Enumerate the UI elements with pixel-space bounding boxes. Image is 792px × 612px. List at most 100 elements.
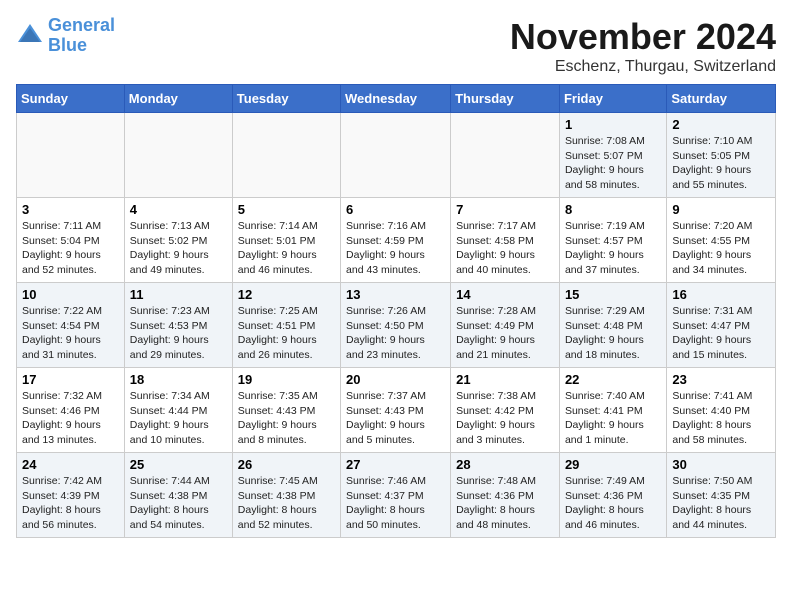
day-number: 1 xyxy=(565,117,661,132)
calendar-cell: 16 Sunrise: 7:31 AM Sunset: 4:47 PM Dayli… xyxy=(667,283,776,368)
day-info: Sunrise: 7:40 AM Sunset: 4:41 PM Dayligh… xyxy=(565,389,661,448)
day-number: 29 xyxy=(565,457,661,472)
calendar-header-row: SundayMondayTuesdayWednesdayThursdayFrid… xyxy=(17,85,776,113)
calendar-week-2: 3Sunrise: 7:11 AM Sunset: 5:04 PM Daylig… xyxy=(17,198,776,283)
day-info: Sunrise: 7:13 AM Sunset: 5:02 PM Dayligh… xyxy=(130,219,227,278)
day-number: 3 xyxy=(22,202,119,217)
calendar-cell xyxy=(124,113,232,198)
day-number: 18 xyxy=(130,372,227,387)
calendar-cell: 18 Sunrise: 7:34 AM Sunset: 4:44 PM Dayli… xyxy=(124,368,232,453)
day-number: 6 xyxy=(346,202,445,217)
calendar-cell xyxy=(451,113,560,198)
calendar-cell: 24 Sunrise: 7:42 AM Sunset: 4:39 PM Dayli… xyxy=(17,453,125,538)
day-number: 23 xyxy=(672,372,770,387)
header-day-thursday: Thursday xyxy=(451,85,560,113)
day-info: Sunrise: 7:26 AM Sunset: 4:50 PM Dayligh… xyxy=(346,304,445,363)
calendar-cell: 6Sunrise: 7:16 AM Sunset: 4:59 PM Daylig… xyxy=(341,198,451,283)
day-info: Sunrise: 7:22 AM Sunset: 4:54 PM Dayligh… xyxy=(22,304,119,363)
calendar-cell xyxy=(232,113,340,198)
calendar-table: SundayMondayTuesdayWednesdayThursdayFrid… xyxy=(16,84,776,538)
header-day-monday: Monday xyxy=(124,85,232,113)
day-number: 20 xyxy=(346,372,445,387)
calendar-cell: 23 Sunrise: 7:41 AM Sunset: 4:40 PM Dayli… xyxy=(667,368,776,453)
location: Eschenz, Thurgau, Switzerland xyxy=(510,58,776,76)
calendar-cell: 25 Sunrise: 7:44 AM Sunset: 4:38 PM Dayli… xyxy=(124,453,232,538)
calendar-cell: 5 Sunrise: 7:14 AM Sunset: 5:01 PM Daylig… xyxy=(232,198,340,283)
calendar-cell: 13 Sunrise: 7:26 AM Sunset: 4:50 PM Dayli… xyxy=(341,283,451,368)
calendar-week-5: 24 Sunrise: 7:42 AM Sunset: 4:39 PM Dayli… xyxy=(17,453,776,538)
logo-line1: General xyxy=(48,15,115,35)
header-day-tuesday: Tuesday xyxy=(232,85,340,113)
day-info: Sunrise: 7:10 AM Sunset: 5:05 PM Dayligh… xyxy=(672,134,770,193)
day-number: 5 xyxy=(238,202,335,217)
day-info: Sunrise: 7:44 AM Sunset: 4:38 PM Dayligh… xyxy=(130,474,227,533)
day-number: 15 xyxy=(565,287,661,302)
calendar-cell: 29 Sunrise: 7:49 AM Sunset: 4:36 PM Dayli… xyxy=(559,453,666,538)
day-number: 27 xyxy=(346,457,445,472)
calendar-cell: 21 Sunrise: 7:38 AM Sunset: 4:42 PM Dayli… xyxy=(451,368,560,453)
day-number: 22 xyxy=(565,372,661,387)
calendar-cell: 9Sunrise: 7:20 AM Sunset: 4:55 PM Daylig… xyxy=(667,198,776,283)
calendar-cell: 27 Sunrise: 7:46 AM Sunset: 4:37 PM Dayli… xyxy=(341,453,451,538)
day-number: 25 xyxy=(130,457,227,472)
calendar-cell: 15 Sunrise: 7:29 AM Sunset: 4:48 PM Dayli… xyxy=(559,283,666,368)
day-info: Sunrise: 7:29 AM Sunset: 4:48 PM Dayligh… xyxy=(565,304,661,363)
day-number: 28 xyxy=(456,457,554,472)
calendar-cell: 14 Sunrise: 7:28 AM Sunset: 4:49 PM Dayli… xyxy=(451,283,560,368)
calendar-cell: 26 Sunrise: 7:45 AM Sunset: 4:38 PM Dayli… xyxy=(232,453,340,538)
day-info: Sunrise: 7:46 AM Sunset: 4:37 PM Dayligh… xyxy=(346,474,445,533)
calendar-cell: 10 Sunrise: 7:22 AM Sunset: 4:54 PM Dayli… xyxy=(17,283,125,368)
day-number: 8 xyxy=(565,202,661,217)
day-info: Sunrise: 7:35 AM Sunset: 4:43 PM Dayligh… xyxy=(238,389,335,448)
calendar-cell: 20 Sunrise: 7:37 AM Sunset: 4:43 PM Dayli… xyxy=(341,368,451,453)
day-info: Sunrise: 7:45 AM Sunset: 4:38 PM Dayligh… xyxy=(238,474,335,533)
day-info: Sunrise: 7:23 AM Sunset: 4:53 PM Dayligh… xyxy=(130,304,227,363)
day-number: 16 xyxy=(672,287,770,302)
day-number: 21 xyxy=(456,372,554,387)
day-info: Sunrise: 7:42 AM Sunset: 4:39 PM Dayligh… xyxy=(22,474,119,533)
day-info: Sunrise: 7:31 AM Sunset: 4:47 PM Dayligh… xyxy=(672,304,770,363)
day-number: 30 xyxy=(672,457,770,472)
day-info: Sunrise: 7:19 AM Sunset: 4:57 PM Dayligh… xyxy=(565,219,661,278)
day-info: Sunrise: 7:41 AM Sunset: 4:40 PM Dayligh… xyxy=(672,389,770,448)
day-number: 13 xyxy=(346,287,445,302)
day-info: Sunrise: 7:34 AM Sunset: 4:44 PM Dayligh… xyxy=(130,389,227,448)
month-title: November 2024 xyxy=(510,16,776,58)
day-number: 4 xyxy=(130,202,227,217)
day-info: Sunrise: 7:32 AM Sunset: 4:46 PM Dayligh… xyxy=(22,389,119,448)
day-info: Sunrise: 7:25 AM Sunset: 4:51 PM Dayligh… xyxy=(238,304,335,363)
day-number: 10 xyxy=(22,287,119,302)
day-number: 24 xyxy=(22,457,119,472)
calendar-cell: 1Sunrise: 7:08 AM Sunset: 5:07 PM Daylig… xyxy=(559,113,666,198)
header-day-sunday: Sunday xyxy=(17,85,125,113)
header-day-saturday: Saturday xyxy=(667,85,776,113)
calendar-week-4: 17Sunrise: 7:32 AM Sunset: 4:46 PM Dayli… xyxy=(17,368,776,453)
day-info: Sunrise: 7:49 AM Sunset: 4:36 PM Dayligh… xyxy=(565,474,661,533)
calendar-cell xyxy=(341,113,451,198)
day-number: 9 xyxy=(672,202,770,217)
day-number: 19 xyxy=(238,372,335,387)
day-number: 7 xyxy=(456,202,554,217)
day-info: Sunrise: 7:38 AM Sunset: 4:42 PM Dayligh… xyxy=(456,389,554,448)
logo-line2: Blue xyxy=(48,35,87,55)
day-info: Sunrise: 7:14 AM Sunset: 5:01 PM Dayligh… xyxy=(238,219,335,278)
calendar-week-3: 10 Sunrise: 7:22 AM Sunset: 4:54 PM Dayli… xyxy=(17,283,776,368)
day-number: 14 xyxy=(456,287,554,302)
day-number: 26 xyxy=(238,457,335,472)
day-info: Sunrise: 7:48 AM Sunset: 4:36 PM Dayligh… xyxy=(456,474,554,533)
title-area: November 2024 Eschenz, Thurgau, Switzerl… xyxy=(510,16,776,76)
calendar-cell: 17Sunrise: 7:32 AM Sunset: 4:46 PM Dayli… xyxy=(17,368,125,453)
day-info: Sunrise: 7:17 AM Sunset: 4:58 PM Dayligh… xyxy=(456,219,554,278)
calendar-cell: 4 Sunrise: 7:13 AM Sunset: 5:02 PM Daylig… xyxy=(124,198,232,283)
calendar-cell: 11Sunrise: 7:23 AM Sunset: 4:53 PM Dayli… xyxy=(124,283,232,368)
day-info: Sunrise: 7:50 AM Sunset: 4:35 PM Dayligh… xyxy=(672,474,770,533)
logo-text: General Blue xyxy=(48,16,115,56)
calendar-cell: 2Sunrise: 7:10 AM Sunset: 5:05 PM Daylig… xyxy=(667,113,776,198)
day-info: Sunrise: 7:28 AM Sunset: 4:49 PM Dayligh… xyxy=(456,304,554,363)
calendar-cell xyxy=(17,113,125,198)
day-info: Sunrise: 7:37 AM Sunset: 4:43 PM Dayligh… xyxy=(346,389,445,448)
header: General Blue November 2024 Eschenz, Thur… xyxy=(16,16,776,76)
calendar-cell: 12 Sunrise: 7:25 AM Sunset: 4:51 PM Dayli… xyxy=(232,283,340,368)
day-number: 12 xyxy=(238,287,335,302)
calendar-cell: 19 Sunrise: 7:35 AM Sunset: 4:43 PM Dayli… xyxy=(232,368,340,453)
